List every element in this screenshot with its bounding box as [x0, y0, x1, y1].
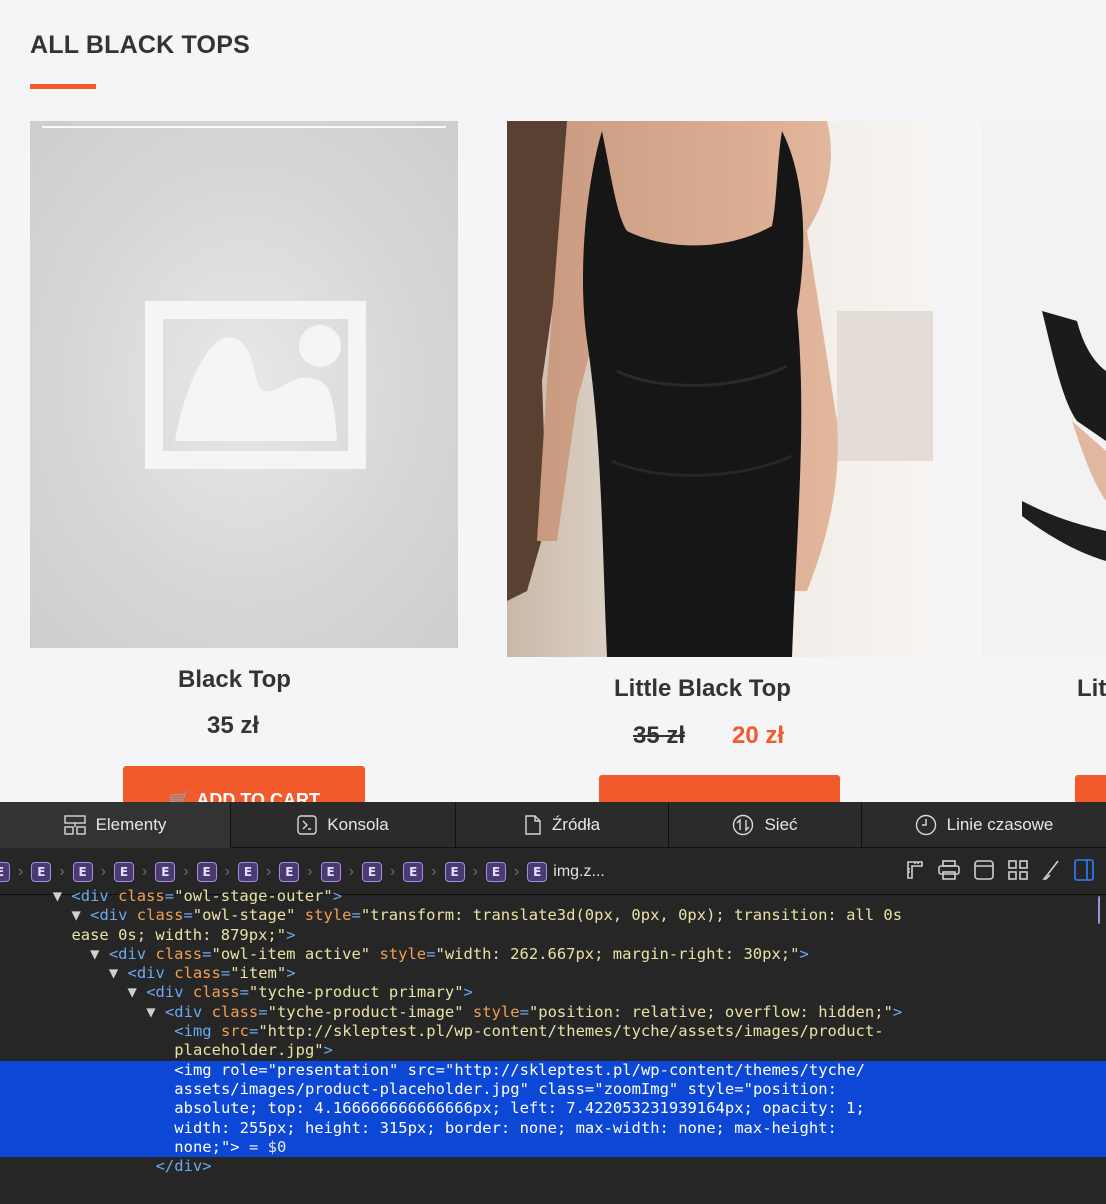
chevron-right-icon: ›	[513, 862, 520, 880]
dom-tree[interactable]: ▼ <div class="owl-stage-outer"> ▼ <div cl…	[0, 887, 1106, 1204]
breadcrumb-element-badge[interactable]: E	[237, 861, 258, 882]
sale-price: 20 zł	[732, 722, 785, 749]
breadcrumb-trail: E › E › E › E › E › E › E › E › E › E › E › E › E › Eimg.z...	[0, 861, 605, 882]
breadcrumb-element-badge[interactable]: E	[113, 861, 134, 882]
dom-node[interactable]: ▼ <div class="owl-item active" style="wi…	[0, 945, 1106, 964]
breadcrumb-element-badge[interactable]: E	[31, 861, 52, 882]
breadcrumb-element-badge[interactable]: E	[444, 861, 465, 882]
dom-node[interactable]: ease 0s; width: 879px;">	[0, 926, 1106, 945]
old-price: 35 zł	[633, 722, 686, 749]
product-image-photo[interactable]	[982, 121, 1106, 657]
add-to-cart-label: ADD TO CART	[196, 790, 321, 802]
chevron-right-icon: ›	[141, 862, 148, 880]
breadcrumb-element-badge[interactable]: E	[361, 861, 382, 882]
tab-label: Sieć	[764, 815, 798, 834]
woman-in-black-long-sleeve-top-photo	[982, 121, 1106, 657]
add-to-cart-button[interactable]: 🛒 ADD TO CART	[123, 766, 365, 802]
sources-icon	[525, 815, 541, 835]
dom-node-selected[interactable]: width: 255px; height: 315px; border: non…	[0, 1118, 1106, 1138]
title-underline	[30, 84, 96, 89]
brush-icon[interactable]	[1042, 860, 1060, 885]
chevron-right-icon: ›	[183, 862, 189, 880]
ruler-icon[interactable]	[906, 860, 924, 885]
grid-icon[interactable]	[1008, 860, 1028, 885]
breadcrumb-element-badge[interactable]: E	[279, 861, 300, 882]
chevron-right-icon: ›	[100, 862, 106, 880]
devtools-toolbar	[906, 859, 1094, 886]
chevron-right-icon: ›	[18, 862, 24, 880]
breadcrumb-element-badge[interactable]: E	[196, 861, 217, 882]
print-icon[interactable]	[938, 860, 960, 885]
tab-label: Linie czasowe	[946, 815, 1054, 834]
cart-icon: 🛒	[167, 790, 191, 802]
dom-node[interactable]: ▼ <div class="owl-stage-outer">	[0, 887, 1106, 906]
image-top-line	[42, 126, 446, 128]
sidebar-toggle-icon[interactable]	[1074, 859, 1094, 886]
chevron-right-icon: ›	[389, 862, 396, 880]
dom-node-selected[interactable]: absolute; top: 4.166666666666666px; left…	[0, 1099, 1106, 1119]
chevron-right-icon: ›	[472, 862, 478, 880]
tab-console[interactable]: Konsola	[231, 802, 456, 848]
product-image-placeholder[interactable]	[30, 121, 458, 648]
dom-node-selected[interactable]: none;"> = $0	[0, 1137, 1106, 1158]
breadcrumb-element-badge[interactable]: E	[155, 861, 176, 882]
dom-node-selected[interactable]: <img role="presentation" src="http://skl…	[0, 1060, 1106, 1080]
tab-elements[interactable]: Elementy	[0, 802, 231, 848]
window-icon[interactable]	[974, 860, 994, 885]
chevron-right-icon: ›	[348, 862, 354, 880]
network-icon	[733, 814, 754, 836]
tab-label: Konsola	[327, 815, 389, 834]
tab-network[interactable]: Sieć	[669, 802, 862, 848]
product-name[interactable]: Black Top	[178, 666, 291, 694]
add-to-cart-button[interactable]	[1075, 775, 1106, 802]
breadcrumb-element-badge[interactable]: E	[485, 861, 506, 882]
add-to-cart-button[interactable]	[599, 775, 840, 802]
tab-sources[interactable]: Źródła	[456, 802, 669, 848]
breadcrumb-element-badge[interactable]: E	[320, 861, 341, 882]
dom-node[interactable]: ▼ <div class="item">	[0, 964, 1106, 983]
product-name[interactable]: Little Black Top	[614, 675, 791, 703]
chevron-right-icon: ›	[224, 862, 230, 880]
product-price: 35 zł	[207, 712, 260, 739]
section-title: ALL BLACK TOPS	[30, 31, 250, 59]
tab-label: Źródła	[551, 815, 601, 834]
tab-label: Elementy	[95, 815, 167, 834]
product-carousel-section: ALL BLACK TOPS Black Top 35 zł 🛒 ADD TO …	[0, 0, 1106, 802]
product-image-photo[interactable]	[507, 121, 933, 657]
breadcrumb-element-badge[interactable]: E	[527, 861, 548, 882]
timeline-icon	[915, 814, 936, 836]
placeholder-image-icon	[145, 301, 366, 469]
console-icon	[297, 815, 317, 835]
woman-in-black-tank-top-photo	[507, 121, 933, 657]
devtools-panel: Elementy Konsola Źródła Sieć Linie czaso…	[0, 802, 1106, 1204]
chevron-right-icon: ›	[307, 862, 313, 880]
elements-icon	[63, 815, 86, 835]
dom-node[interactable]: </div>	[0, 1157, 1106, 1176]
breadcrumb-element-badge[interactable]: E	[72, 861, 93, 882]
dom-node-selected[interactable]: assets/images/product-placeholder.jpg" c…	[0, 1079, 1106, 1100]
chevron-right-icon: ›	[431, 862, 437, 880]
chevron-right-icon: ›	[265, 862, 272, 880]
breadcrumb-element-badge[interactable]: E	[0, 861, 10, 882]
product-name[interactable]: Lit	[1077, 675, 1106, 703]
dom-node[interactable]: placeholder.jpg">	[0, 1041, 1106, 1060]
breadcrumb-current-node[interactable]: img.z...	[553, 863, 605, 881]
dom-node[interactable]: ▼ <div class="tyche-product-image" style…	[0, 1003, 1106, 1022]
tab-timelines[interactable]: Linie czasowe	[862, 802, 1106, 848]
dom-node[interactable]: <img src="http://skleptest.pl/wp-content…	[0, 1022, 1106, 1041]
chevron-right-icon: ›	[59, 862, 65, 880]
devtools-tabbar: Elementy Konsola Źródła Sieć Linie czaso…	[0, 802, 1106, 848]
scrollbar[interactable]	[1098, 896, 1106, 924]
breadcrumb-element-badge[interactable]: E	[403, 861, 424, 882]
dom-node[interactable]: ▼ <div class="tyche-product primary">	[0, 983, 1106, 1002]
dom-node[interactable]: ▼ <div class="owl-stage" style="transfor…	[0, 906, 1106, 925]
